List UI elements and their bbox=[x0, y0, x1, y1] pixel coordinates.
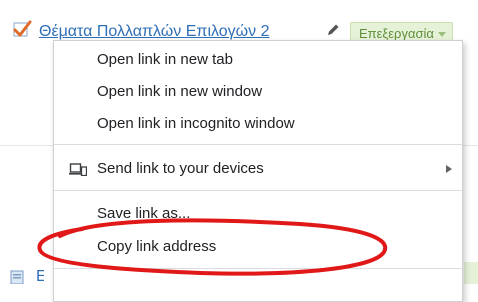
context-menu: Open link in new tab Open link in new wi… bbox=[53, 40, 463, 302]
menu-separator bbox=[54, 268, 462, 269]
menu-item-open-incognito[interactable]: Open link in incognito window bbox=[54, 110, 462, 138]
devices-icon bbox=[69, 163, 87, 176]
menu-item-label: Send link to your devices bbox=[97, 160, 264, 177]
menu-item-save-link-as[interactable]: Save link as... bbox=[54, 200, 462, 228]
menu-item-label: Open link in new window bbox=[97, 83, 263, 100]
page-title-link[interactable]: Θέματα Πολλαπλών Επιλογών 2 bbox=[39, 22, 269, 42]
pencil-icon[interactable] bbox=[326, 23, 340, 37]
menu-item-open-new-tab[interactable]: Open link in new tab bbox=[54, 46, 462, 74]
bottom-link-fragment[interactable]: Ε bbox=[36, 268, 44, 284]
menu-separator bbox=[54, 190, 462, 191]
menu-item-label: Open link in new tab bbox=[97, 51, 233, 68]
status-badge-label: Επεξεργασία bbox=[359, 26, 434, 41]
chevron-right-icon bbox=[446, 165, 452, 173]
document-icon bbox=[10, 270, 24, 284]
menu-item-label: Copy link address bbox=[97, 238, 217, 255]
menu-item-open-new-window[interactable]: Open link in new window bbox=[54, 78, 462, 106]
checkmark-icon bbox=[13, 20, 32, 37]
menu-separator bbox=[54, 144, 462, 145]
menu-item-send-to-devices[interactable]: Send link to your devices bbox=[54, 155, 462, 183]
menu-item-label: Open link in incognito window bbox=[97, 115, 295, 132]
chevron-down-icon bbox=[437, 32, 446, 38]
menu-item-label: Save link as... bbox=[97, 205, 191, 222]
bottom-status-badge bbox=[464, 262, 478, 284]
menu-item-copy-link-address[interactable]: Copy link address bbox=[54, 233, 462, 261]
